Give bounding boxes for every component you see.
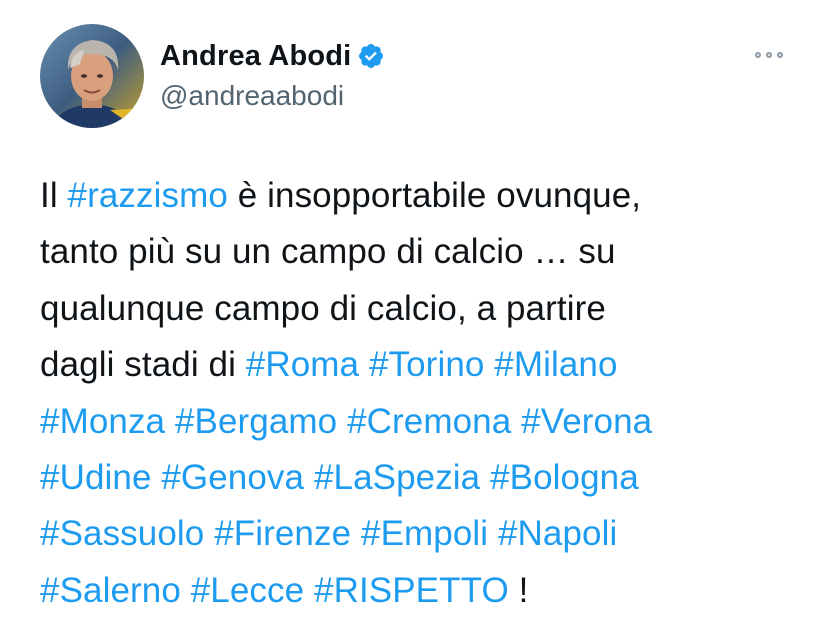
tweet-text-segment: Il [40, 176, 68, 215]
tweet-text-segment [152, 458, 162, 497]
verified-badge-icon [357, 42, 385, 70]
more-dot [777, 52, 783, 58]
author-names: Andrea Abodi @andreaabodi [160, 38, 385, 114]
hashtag-link[interactable]: #Empoli [361, 514, 488, 553]
tweet-text-segment [304, 458, 314, 497]
tweet-text-segment [488, 514, 498, 553]
hashtag-link[interactable]: #RISPETTO [314, 571, 509, 610]
hashtag-link[interactable]: #Milano [494, 345, 617, 384]
author-handle[interactable]: @andreaabodi [160, 78, 385, 114]
tweet-text-segment [351, 514, 361, 553]
tweet-text-segment [204, 514, 214, 553]
tweet-text: Il #razzismo è insopportabile ovunque, ta… [40, 168, 810, 619]
hashtag-link[interactable]: #razzismo [68, 176, 228, 215]
hashtag-link[interactable]: #Monza [40, 402, 165, 441]
tweet-text-segment [165, 402, 175, 441]
tweet-text-segment [480, 458, 490, 497]
hashtag-link[interactable]: #Firenze [214, 514, 351, 553]
hashtag-link[interactable]: #LaSpezia [314, 458, 480, 497]
hashtag-link[interactable]: #Bergamo [175, 402, 337, 441]
tweet-text-line: tanto più su un campo di calcio … su [40, 224, 810, 280]
hashtag-link[interactable]: #Udine [40, 458, 152, 497]
hashtag-link[interactable]: #Cremona [347, 402, 511, 441]
tweet-text-segment: tanto più su un campo di calcio … su [40, 232, 616, 272]
tweet-text-segment [181, 571, 191, 610]
tweet-text-line: #Sassuolo #Firenze #Empoli #Napoli [40, 506, 810, 562]
more-dots-icon[interactable] [753, 46, 785, 64]
author-display-name[interactable]: Andrea Abodi [160, 38, 351, 74]
hashtag-link[interactable]: #Roma [246, 345, 359, 384]
tweet-text-segment [359, 345, 369, 384]
hashtag-link[interactable]: #Verona [521, 402, 652, 441]
tweet-text-line: qualunque campo di calcio, a partire [40, 281, 810, 337]
hashtag-link[interactable]: #Napoli [498, 514, 617, 553]
tweet-text-line: dagli stadi di #Roma #Torino #Milano [40, 337, 810, 393]
more-dot [755, 52, 761, 58]
avatar-photo [40, 24, 144, 128]
tweet-text-segment [304, 571, 314, 610]
tweet-text-segment: dagli stadi di [40, 345, 246, 385]
tweet-text-segment [484, 345, 494, 384]
tweet-text-segment: è insopportabile ovunque, [227, 176, 642, 215]
hashtag-link[interactable]: #Salerno [40, 571, 181, 610]
name-row: Andrea Abodi [160, 38, 385, 74]
tweet-card: Andrea Abodi @andreaabodi Il #razzismo è… [0, 0, 829, 638]
tweet-header: Andrea Abodi @andreaabodi [40, 24, 385, 128]
tweet-text-line: #Monza #Bergamo #Cremona #Verona [40, 394, 810, 450]
more-dot [766, 52, 772, 58]
tweet-text-segment: qualunque campo di calcio, a partire [40, 288, 606, 328]
tweet-text-segment [511, 402, 521, 441]
hashtag-link[interactable]: #Bologna [490, 458, 639, 497]
hashtag-link[interactable]: #Genova [161, 458, 304, 497]
tweet-text-line: Il #razzismo è insopportabile ovunque, [40, 168, 810, 224]
author-avatar[interactable] [40, 24, 144, 128]
hashtag-link[interactable]: #Torino [369, 345, 485, 384]
tweet-text-segment: ! [508, 570, 529, 610]
tweet-text-line: #Udine #Genova #LaSpezia #Bologna [40, 450, 810, 506]
tweet-text-line: #Salerno #Lecce #RISPETTO ! [40, 563, 810, 619]
hashtag-link[interactable]: #Lecce [191, 571, 304, 610]
hashtag-link[interactable]: #Sassuolo [40, 514, 204, 553]
tweet-text-segment [337, 402, 347, 441]
